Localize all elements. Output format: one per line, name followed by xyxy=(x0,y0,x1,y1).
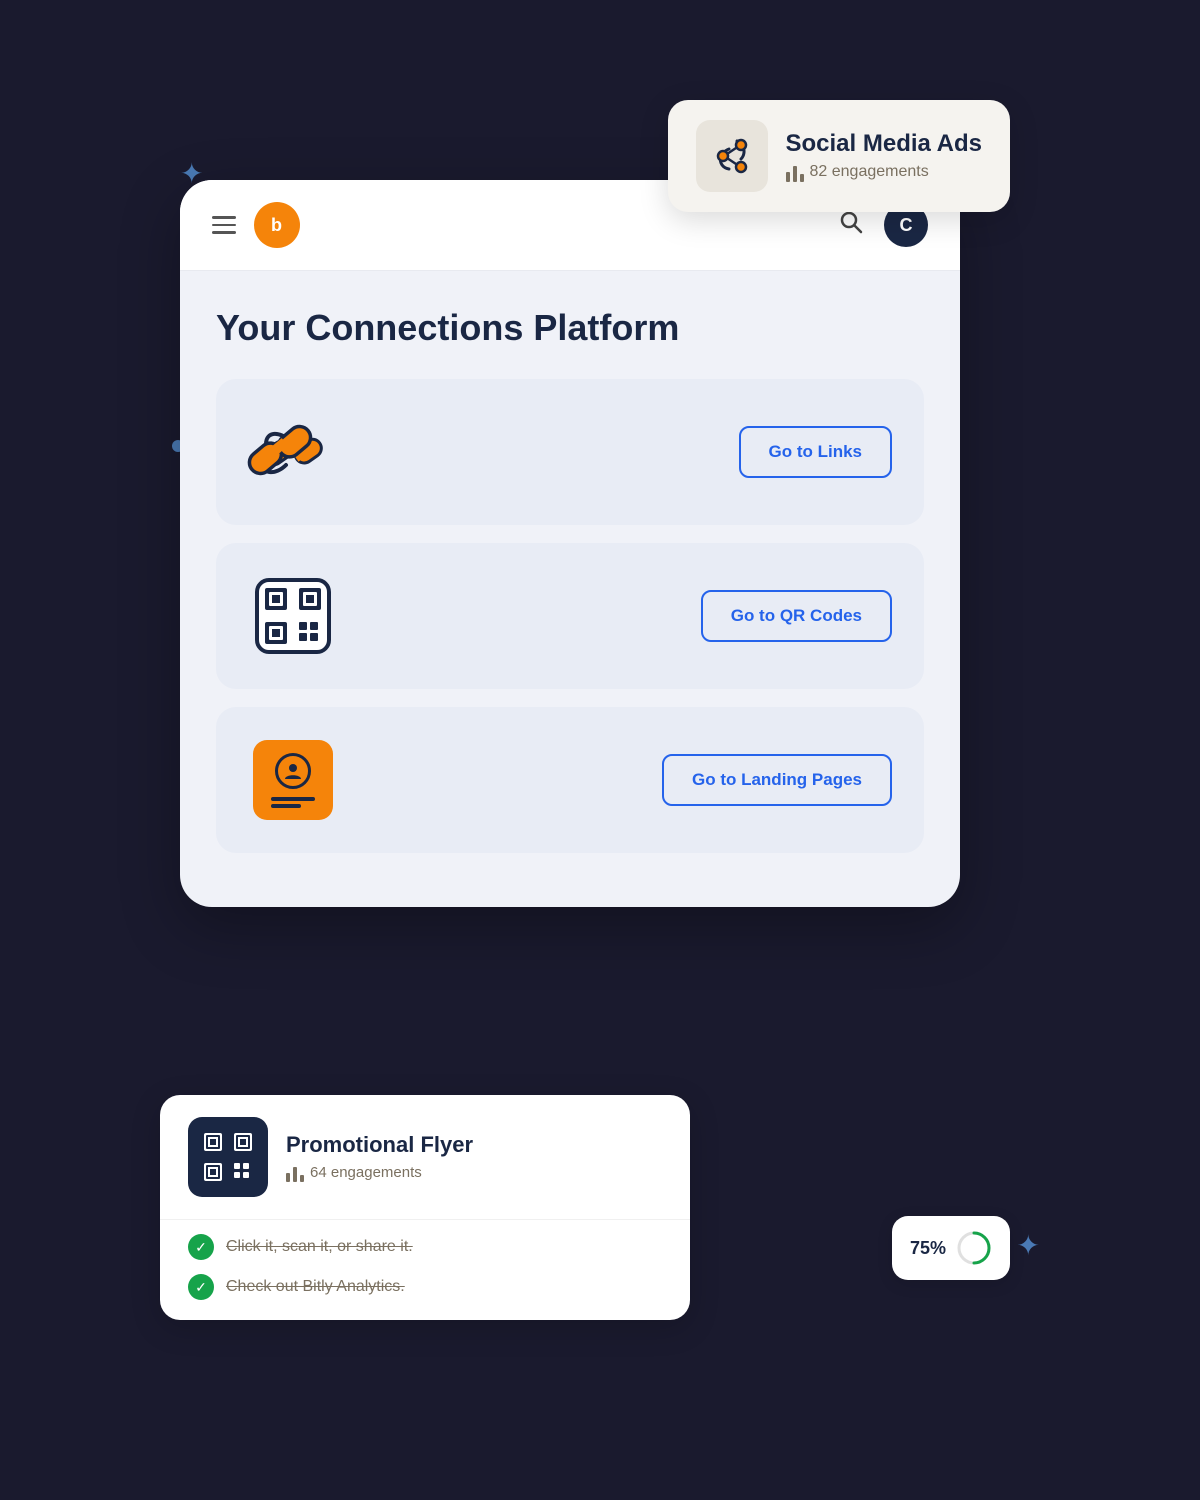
qr-codes-feature-card: Go to QR Codes xyxy=(216,543,924,689)
links-icon xyxy=(236,406,324,499)
social-media-ads-card: Social Media Ads 82 engagements xyxy=(668,100,1011,212)
check-icon-2: ✓ xyxy=(188,1274,214,1300)
social-media-ads-engagements: 82 engagements xyxy=(810,163,929,181)
check-item-2: ✓ Check out Bitly Analytics. xyxy=(188,1274,662,1300)
navbar-left: b xyxy=(212,202,300,248)
promotional-flyer-meta: 64 engagements xyxy=(286,1162,473,1182)
social-media-ads-meta: 82 engagements xyxy=(786,162,983,182)
check-label-2: Check out Bitly Analytics. xyxy=(226,1278,405,1296)
main-app: b C Your Connections Platform xyxy=(180,180,960,907)
promotional-flyer-engagements: 64 engagements xyxy=(310,1164,422,1181)
checklist: ✓ Click it, scan it, or share it. ✓ Chec… xyxy=(160,1219,690,1320)
hamburger-menu[interactable] xyxy=(212,216,236,234)
page-title: Your Connections Platform xyxy=(216,307,924,349)
promotional-flyer-info: Promotional Flyer 64 engagements xyxy=(286,1132,473,1182)
promotional-flyer-card: Promotional Flyer 64 engagements ✓ Click… xyxy=(160,1095,690,1320)
check-label-1: Click it, scan it, or share it. xyxy=(226,1238,413,1256)
sparkle-bottom-right: ✦ xyxy=(1017,1232,1040,1260)
progress-indicator: 75% xyxy=(892,1216,1010,1280)
go-to-landing-pages-button[interactable]: Go to Landing Pages xyxy=(662,754,892,806)
social-media-ads-info: Social Media Ads 82 engagements xyxy=(786,130,983,182)
links-feature-card: Go to Links xyxy=(216,379,924,525)
landing-pages-icon-wrap xyxy=(248,735,338,825)
landing-pages-icon xyxy=(253,740,333,820)
go-to-qr-codes-button[interactable]: Go to QR Codes xyxy=(701,590,892,642)
main-content: Your Connections Platform xyxy=(180,271,960,907)
bar-chart-icon xyxy=(786,162,804,182)
qr-codes-icon-wrap xyxy=(248,571,338,661)
svg-text:b: b xyxy=(271,215,282,235)
landing-pages-feature-card: Go to Landing Pages xyxy=(216,707,924,853)
progress-percentage: 75% xyxy=(910,1238,946,1259)
app-logo: b xyxy=(254,202,300,248)
social-media-ads-title: Social Media Ads xyxy=(786,130,983,158)
engagement-bar-icon xyxy=(286,1162,304,1182)
scene: ✦ ✦ Social Media Ads xyxy=(150,100,1050,1400)
check-icon-1: ✓ xyxy=(188,1234,214,1260)
search-button[interactable] xyxy=(838,209,864,241)
check-item-1: ✓ Click it, scan it, or share it. xyxy=(188,1234,662,1260)
promotional-flyer-icon xyxy=(188,1117,268,1197)
progress-circle xyxy=(956,1230,992,1266)
promotional-flyer-title: Promotional Flyer xyxy=(286,1132,473,1158)
go-to-links-button[interactable]: Go to Links xyxy=(739,426,893,478)
social-media-ads-icon xyxy=(696,120,768,192)
